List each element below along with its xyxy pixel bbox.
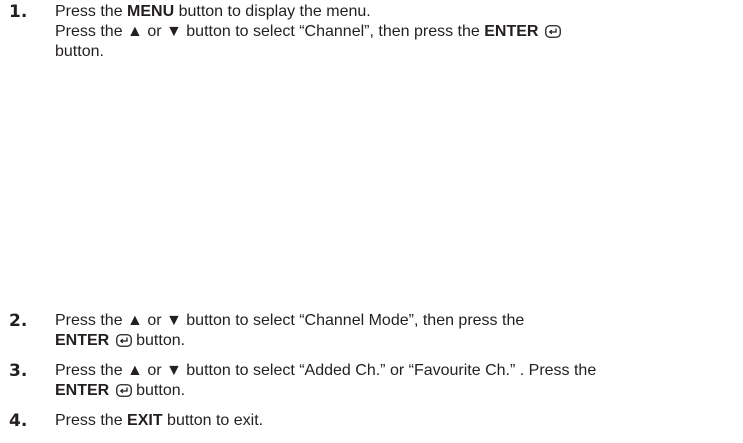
step-text: Press the EXIT button to exit.	[55, 411, 735, 431]
step-text: Press the ▲ or ▼ button to select “Chann…	[55, 311, 735, 351]
text-run: button.	[131, 382, 186, 399]
enter-button-label: ENTER	[55, 382, 110, 399]
step-line: button.	[55, 42, 735, 62]
step-number: 2.	[9, 311, 28, 331]
text-run: button to display the menu.	[174, 3, 371, 20]
step-number: 1.	[9, 2, 28, 22]
text-run: button to exit.	[162, 412, 264, 429]
step-line: Press the EXIT button to exit.	[55, 411, 735, 431]
text-run: Press the ▲ or ▼ button to select “Chann…	[55, 23, 485, 40]
enter-icon	[545, 25, 561, 38]
step-line: Press the MENU button to display the men…	[55, 2, 735, 22]
menu-button-label: MENU	[127, 3, 175, 20]
step-line: Press the ▲ or ▼ button to select “Chann…	[55, 22, 735, 42]
exit-button-label: EXIT	[127, 412, 163, 429]
step-line: Press the ▲ or ▼ button to select “Added…	[55, 362, 597, 379]
step-text: Press the ▲ or ▼ button to select “Added…	[55, 361, 735, 401]
text-run: button.	[131, 332, 186, 349]
enter-button-label: ENTER	[484, 23, 539, 40]
enter-button-label: ENTER	[55, 332, 110, 349]
enter-icon	[115, 384, 132, 397]
text-run: button.	[55, 43, 104, 60]
step-line: ENTER button.	[55, 381, 735, 401]
step-number: 4.	[9, 411, 28, 431]
step-number: 3.	[9, 361, 28, 381]
text-run: Press the	[55, 412, 128, 429]
step-text: Press the MENU button to display the men…	[55, 2, 735, 62]
text-run: Press the	[55, 3, 128, 20]
step-line: Press the ▲ or ▼ button to select “Chann…	[55, 312, 525, 329]
enter-icon	[115, 334, 132, 347]
step-line: ENTER button.	[55, 331, 735, 351]
